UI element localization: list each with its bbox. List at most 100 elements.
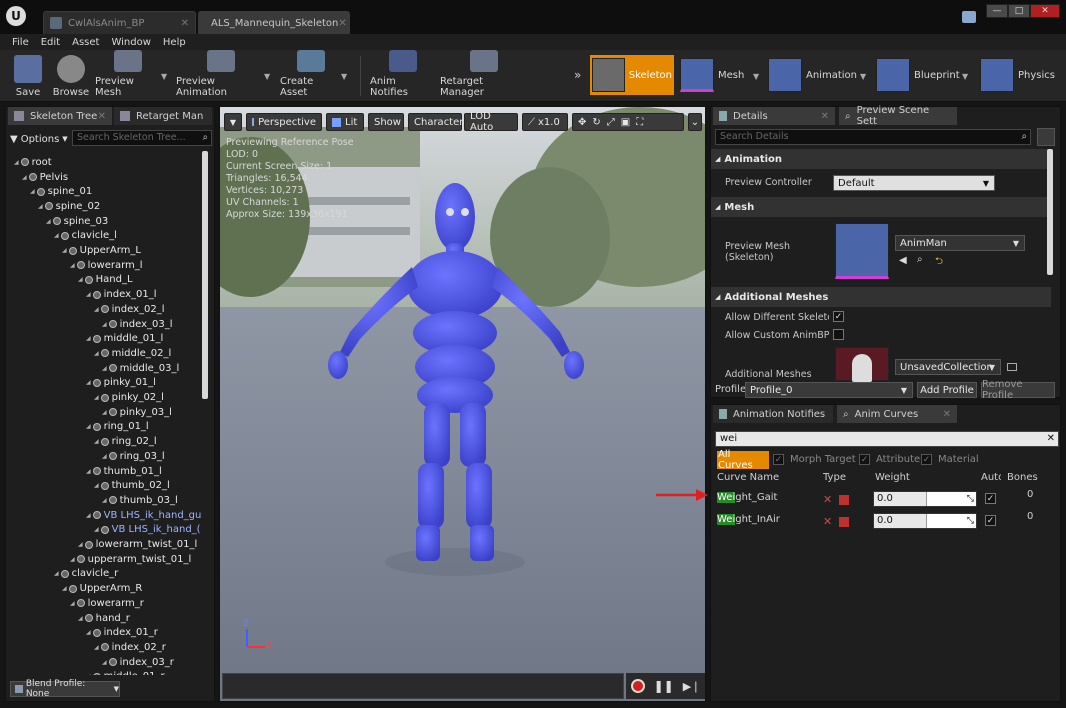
maximize-viewport-icon[interactable]: ⛶: [636, 117, 643, 128]
expand-icon[interactable]: ◢: [14, 159, 19, 166]
bone-row[interactable]: ◢ ring_01_l: [86, 420, 149, 435]
curve-name[interactable]: Weight_InAir: [717, 514, 780, 525]
options-button[interactable]: ▼ Options ▼: [10, 131, 68, 147]
weight-slider[interactable]: 0.0 ⤡: [873, 491, 977, 507]
anim-notifies-button[interactable]: Anim Notifies: [370, 50, 436, 102]
expand-icon[interactable]: ◢: [94, 350, 99, 357]
preview-mesh-button[interactable]: Preview Mesh: [95, 50, 161, 102]
chevron-down-icon[interactable]: ▼: [264, 72, 270, 81]
viewport-collapse-button[interactable]: ⌄: [688, 113, 702, 131]
close-icon[interactable]: ✕: [338, 18, 346, 29]
details-scrollbar[interactable]: [1047, 149, 1053, 275]
mode-blueprint[interactable]: Blueprint: [876, 56, 960, 94]
bone-row[interactable]: ◢ lowerarm_r: [70, 596, 144, 611]
column-weight[interactable]: Weight: [875, 472, 910, 483]
bone-row[interactable]: ◢ index_03_l: [102, 317, 173, 332]
scale-icon[interactable]: ⤢: [607, 117, 615, 128]
chevron-down-icon[interactable]: ▼: [341, 72, 347, 81]
auto-checkbox[interactable]: ✓: [985, 515, 996, 526]
material-type-icon[interactable]: [839, 517, 849, 527]
rotate-icon[interactable]: ↻: [592, 117, 600, 128]
tab-anim-bp[interactable]: CwlAlsAnim_BP ✕: [43, 11, 196, 34]
expand-icon[interactable]: ◢: [86, 335, 91, 342]
browse-asset-icon[interactable]: ⌕: [917, 254, 923, 265]
unreal-logo-icon[interactable]: U: [6, 6, 26, 26]
create-asset-button[interactable]: Create Asset: [280, 50, 342, 102]
bone-row[interactable]: ◢ VB LHS_ik_hand_gu: [86, 508, 201, 523]
bone-row[interactable]: ◢ UpperArm_L: [62, 243, 141, 258]
tab-animation-notifies[interactable]: Animation Notifies: [713, 405, 833, 423]
bone-row[interactable]: ◢ VB LHS_ik_hand_(: [94, 523, 201, 538]
preview-mesh-thumbnail[interactable]: [835, 223, 889, 279]
lod-button[interactable]: LOD Auto: [464, 111, 518, 133]
column-bones[interactable]: Bones: [1007, 472, 1038, 483]
search-skeleton-input[interactable]: Search Skeleton Tree... ⌕: [72, 130, 212, 146]
weight-slider[interactable]: 0.0 ⤡: [873, 513, 977, 529]
expand-icon[interactable]: ◢: [102, 321, 107, 328]
menu-edit[interactable]: Edit: [41, 37, 60, 48]
allow-different-skeletons-checkbox[interactable]: ✓: [833, 311, 844, 322]
remove-profile-button[interactable]: Remove Profile: [981, 379, 1055, 401]
expand-icon[interactable]: ◢: [102, 659, 107, 666]
bone-row[interactable]: ◢ index_02_r: [94, 640, 166, 655]
search-details-input[interactable]: Search Details ⌕: [715, 129, 1031, 145]
perspective-button[interactable]: Perspective: [246, 113, 322, 131]
show-button[interactable]: Show: [368, 113, 404, 131]
tab-preview-scene[interactable]: ⌕ Preview Scene Sett: [839, 105, 957, 127]
close-icon[interactable]: ✕: [98, 111, 106, 122]
close-icon[interactable]: ✕: [181, 18, 189, 29]
expand-icon[interactable]: ◢: [102, 453, 107, 460]
collection-options-icon[interactable]: [1007, 363, 1017, 371]
close-icon[interactable]: ✕: [821, 111, 829, 122]
expand-icon[interactable]: ◢: [54, 232, 59, 239]
viewport[interactable]: Z X ▼ Perspective Lit Show Character LOD…: [219, 106, 706, 702]
retarget-manager-button[interactable]: Retarget Manager: [440, 50, 528, 102]
playback-speed-button[interactable]: ⟋ x1.0: [522, 113, 568, 131]
category-mesh[interactable]: ◢ Mesh: [711, 197, 1051, 217]
bone-row[interactable]: ◢ thumb_03_l: [102, 493, 178, 508]
source-control-icon[interactable]: [962, 11, 976, 23]
bone-row[interactable]: ◢ index_01_r: [86, 625, 158, 640]
expand-icon[interactable]: ◢: [94, 526, 99, 533]
expand-icon[interactable]: ◢: [78, 541, 83, 548]
expand-icon[interactable]: ◢: [78, 615, 83, 622]
expand-icon[interactable]: ◢: [78, 276, 83, 283]
bone-row[interactable]: ◢ index_02_l: [94, 302, 165, 317]
collection-thumbnail[interactable]: [835, 347, 889, 382]
bone-row[interactable]: ◢ pinky_03_l: [102, 405, 172, 420]
expand-icon[interactable]: ◢: [94, 482, 99, 489]
minimize-button[interactable]: —: [986, 4, 1008, 18]
chevron-down-icon[interactable]: ▼: [161, 72, 167, 81]
expand-icon[interactable]: ◢: [94, 438, 99, 445]
character-button[interactable]: Character: [408, 113, 463, 131]
bone-row[interactable]: ◢ upperarm_twist_01_l: [70, 552, 191, 567]
curve-name[interactable]: Weight_Gait: [717, 492, 777, 503]
use-selected-icon[interactable]: ◀: [899, 255, 907, 266]
bone-row[interactable]: ◢ spine_03: [46, 214, 108, 229]
expand-icon[interactable]: ◢: [86, 512, 91, 519]
bone-row[interactable]: ◢ index_01_l: [86, 287, 157, 302]
column-curve-name[interactable]: Curve Name: [717, 472, 779, 483]
add-profile-button[interactable]: Add Profile: [917, 382, 977, 398]
bone-row[interactable]: ◢ index_03_r: [102, 655, 174, 670]
resize-icon[interactable]: ⤡: [967, 514, 974, 528]
bone-row[interactable]: ◢ lowerarm_twist_01_l: [78, 537, 197, 552]
viewport-options-button[interactable]: ▼: [224, 113, 242, 131]
expand-icon[interactable]: ◢: [86, 291, 91, 298]
bone-row[interactable]: ◢ middle_01_r: [86, 670, 165, 675]
bone-row[interactable]: ◢ thumb_01_l: [86, 464, 162, 479]
column-auto[interactable]: Auto: [981, 472, 1001, 483]
collection-combo[interactable]: UnsavedCollection ▼: [895, 359, 1001, 375]
tab-anim-curves[interactable]: ⌕ Anim Curves ✕: [837, 405, 957, 423]
filter-material-checkbox[interactable]: ✓: [921, 454, 932, 465]
expand-icon[interactable]: ◢: [86, 468, 91, 475]
expand-icon[interactable]: ◢: [102, 497, 107, 504]
close-window-button[interactable]: ✕: [1030, 4, 1060, 18]
profile-combo[interactable]: Profile_0 ▼: [745, 382, 913, 398]
mode-physics[interactable]: Physics: [980, 56, 1055, 94]
step-forward-icon[interactable]: ▶❘: [683, 680, 701, 693]
preview-controller-combo[interactable]: Default ▼: [833, 175, 995, 191]
chevron-down-icon[interactable]: ▼: [753, 72, 759, 81]
auto-checkbox[interactable]: ✓: [985, 493, 996, 504]
chevron-down-icon[interactable]: ▼: [860, 72, 866, 81]
